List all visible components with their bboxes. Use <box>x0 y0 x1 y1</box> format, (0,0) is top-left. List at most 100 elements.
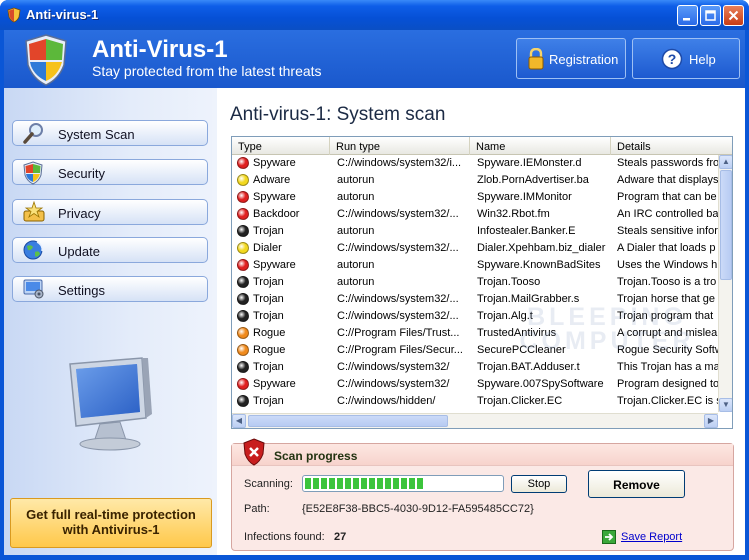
cell-details: Adware that displays <box>617 174 718 186</box>
lock-icon <box>528 48 544 70</box>
save-report-link[interactable]: Save Report <box>621 531 682 543</box>
cell-name: Win32.Rbot.fm <box>477 208 550 220</box>
severity-dot-icon <box>237 361 249 373</box>
table-row[interactable]: Trojan C://windows/system32/... Trojan.Mai… <box>232 291 718 308</box>
remove-button[interactable]: Remove <box>588 470 685 498</box>
cell-run-type: C://windows/system32/... <box>337 208 459 220</box>
sidebar-item-label: Settings <box>58 283 105 298</box>
table-row[interactable]: Spyware C://windows/system32/Spyware.007S… <box>232 376 718 393</box>
sidebar-item-privacy[interactable]: Privacy <box>12 199 208 225</box>
cell-run-type: C://windows/system32/ <box>337 361 450 373</box>
promo-banner[interactable]: Get full real-time protection with Antiv… <box>10 498 212 548</box>
scroll-down-button[interactable]: ▼ <box>719 398 732 412</box>
main-panel: Anti-virus-1: System scan Type Run type … <box>217 88 745 555</box>
table-row[interactable]: Trojan C://windows/hidden/Trojan.Clicker.… <box>232 393 718 410</box>
cell-details: Steals sensitive infor <box>617 225 718 237</box>
sidebar-item-security[interactable]: Security <box>12 159 208 185</box>
app-header: Anti-Virus-1 Stay protected from the lat… <box>4 30 745 88</box>
registration-label: Registration <box>549 52 619 67</box>
table-row[interactable]: Dialer C://windows/system32/... Dialer.Xpe… <box>232 240 718 257</box>
cell-run-type: C://windows/hidden/ <box>337 395 436 407</box>
app-shield-icon <box>7 7 21 23</box>
help-button[interactable]: ? Help <box>632 38 740 79</box>
column-header-details[interactable]: Details <box>611 137 732 155</box>
windows-shield-icon <box>25 34 67 86</box>
computer-monitor-image <box>69 357 152 451</box>
table-row[interactable]: Trojan C://windows/system32/Trojan.BAT.Ad… <box>232 359 718 376</box>
cell-type: Spyware <box>253 157 296 169</box>
table-row[interactable]: Backdoor C://windows/system32/... Win32.Rb… <box>232 206 718 223</box>
scroll-up-button[interactable]: ▲ <box>719 155 732 169</box>
table-row[interactable]: Trojan autorun Infostealer.Banker.E Steals … <box>232 223 718 240</box>
sidebar-item-settings[interactable]: Settings <box>12 276 208 302</box>
close-button[interactable] <box>723 5 744 26</box>
cell-run-type: C://windows/system32/... <box>337 293 459 305</box>
vertical-scrollbar[interactable]: ▲ ▼ <box>718 155 732 412</box>
table-row[interactable]: Rogue C://Program Files/Trust... TrustedAn… <box>232 325 718 342</box>
app-window: Anti-virus-1 Anti-Virus-1 Stay protected… <box>0 0 749 560</box>
cell-run-type: autorun <box>337 174 375 186</box>
promo-line-2: with Antivirus-1 <box>62 522 160 537</box>
table-row[interactable]: Trojan C://windows/system32/... Trojan.Alg… <box>232 308 718 325</box>
cell-type: Dialer <box>253 242 282 254</box>
cell-details: A corrupt and mislea <box>617 327 718 339</box>
page-title: Anti-virus-1: System scan <box>230 104 446 125</box>
stop-button[interactable]: Stop <box>511 475 567 493</box>
severity-dot-icon <box>237 157 249 169</box>
cell-type: Trojan <box>253 225 284 237</box>
registration-button[interactable]: Registration <box>516 38 626 79</box>
severity-dot-icon <box>237 395 249 407</box>
shield-icon <box>23 161 43 185</box>
cell-type: Trojan <box>253 276 284 288</box>
severity-dot-icon <box>237 174 249 186</box>
severity-dot-icon <box>237 208 249 220</box>
table-row[interactable]: Spyware autorun Spyware.KnownBadSites Uses … <box>232 257 718 274</box>
sidebar-item-label: Privacy <box>58 206 101 221</box>
sidebar-item-system-scan[interactable]: System Scan <box>12 120 208 146</box>
severity-dot-icon <box>237 310 249 322</box>
cell-name: Trojan.BAT.Adduser.t <box>477 361 580 373</box>
severity-dot-icon <box>237 191 249 203</box>
scanning-label: Scanning: <box>244 478 293 490</box>
privacy-icon <box>23 201 45 222</box>
cell-name: Infostealer.Banker.E <box>477 225 576 237</box>
scan-progress-fill <box>305 478 423 489</box>
table-row[interactable]: Trojan autorun Trojan.Tooso Trojan.Tooso is… <box>232 274 718 291</box>
table-row[interactable]: Rogue C://Program Files/Secur... SecurePCC… <box>232 342 718 359</box>
scroll-right-button[interactable]: ▶ <box>704 414 718 428</box>
cell-name: SecurePCCleaner <box>477 344 566 356</box>
severity-dot-icon <box>237 293 249 305</box>
cell-type: Rogue <box>253 344 286 356</box>
horizontal-scrollbar[interactable]: ◀ ▶ <box>232 413 718 428</box>
title-bar[interactable]: Anti-virus-1 <box>0 0 749 30</box>
table-row[interactable]: Spyware autorun Spyware.IMMonitor Program t… <box>232 189 718 206</box>
scroll-left-button[interactable]: ◀ <box>232 414 246 428</box>
column-header-run-type[interactable]: Run type <box>330 137 470 155</box>
table-row[interactable]: Adware autorun Zlob.PornAdvertiser.ba Adwar… <box>232 172 718 189</box>
table-header: Type Run type Name Details <box>232 137 732 155</box>
cell-type: Trojan <box>253 293 284 305</box>
cell-name: Trojan.Tooso <box>477 276 541 288</box>
maximize-icon <box>705 10 716 21</box>
minimize-button[interactable] <box>677 5 698 26</box>
scan-progress-bar <box>302 475 504 492</box>
column-header-type[interactable]: Type <box>232 137 330 155</box>
maximize-button[interactable] <box>700 5 721 26</box>
severity-dot-icon <box>237 225 249 237</box>
cell-run-type: C://Program Files/Trust... <box>337 327 460 339</box>
cell-type: Trojan <box>253 310 284 322</box>
table-row[interactable]: Spyware C://windows/system32/i... Spyware.… <box>232 155 718 172</box>
severity-dot-icon <box>237 242 249 254</box>
cell-type: Trojan <box>253 395 284 407</box>
column-header-name[interactable]: Name <box>470 137 611 155</box>
save-arrow-icon <box>602 530 616 544</box>
cell-details: Trojan horse that ge <box>617 293 716 305</box>
vertical-scroll-thumb[interactable] <box>720 170 732 280</box>
cell-name: Dialer.Xpehbam.biz_dialer <box>477 242 606 254</box>
cell-name: Trojan.Clicker.EC <box>477 395 563 407</box>
horizontal-scroll-thumb[interactable] <box>248 415 448 427</box>
sidebar-item-update[interactable]: Update <box>12 237 208 263</box>
severity-dot-icon <box>237 344 249 356</box>
help-icon: ? <box>661 48 683 70</box>
threat-table[interactable]: Type Run type Name Details Spyware C://wi… <box>231 136 733 429</box>
